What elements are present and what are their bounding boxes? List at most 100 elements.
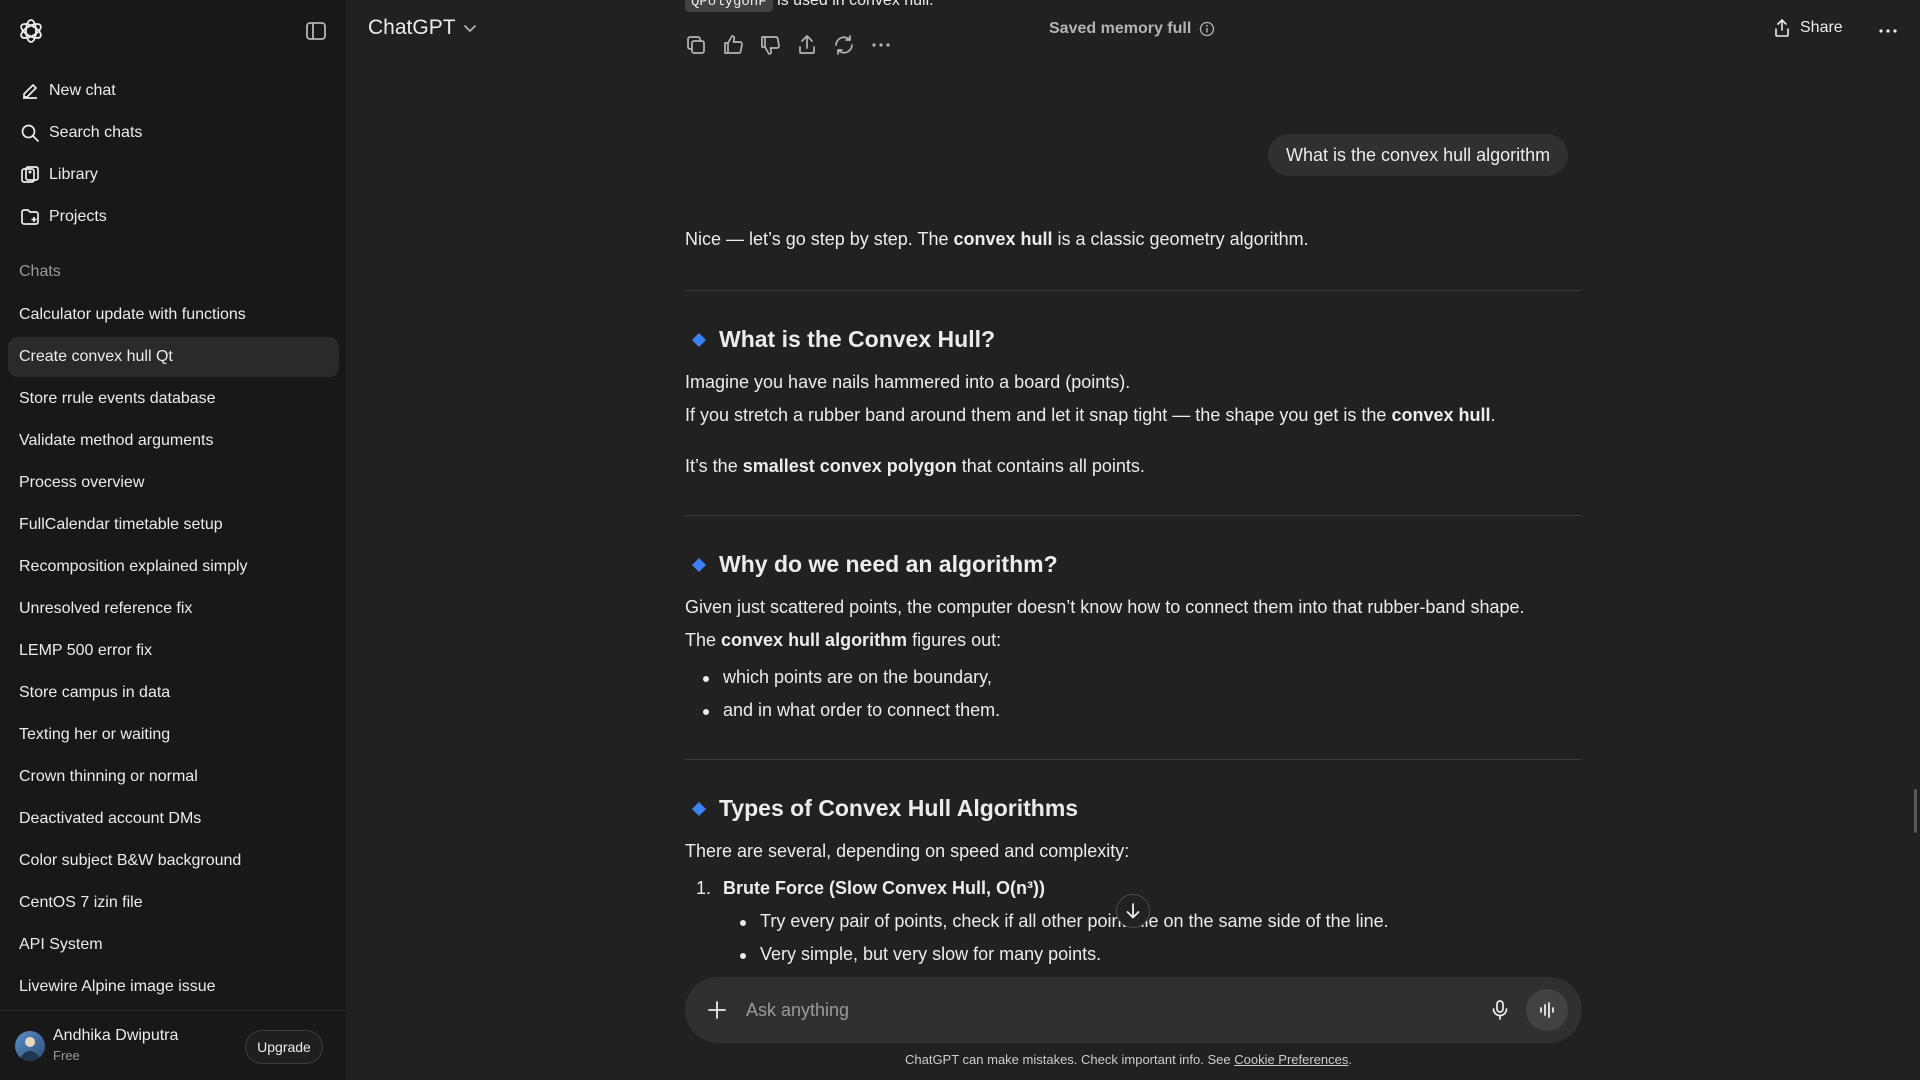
chat-item[interactable]: FullCalendar timetable setup bbox=[8, 505, 339, 545]
chat-item[interactable]: CentOS 7 izin file bbox=[8, 883, 339, 923]
copy-icon[interactable] bbox=[684, 33, 708, 57]
projects-button[interactable]: Projects bbox=[8, 198, 338, 236]
chat-item[interactable]: LEMP 500 error fix bbox=[8, 631, 339, 671]
user-name: Andhika Dwiputra bbox=[53, 1027, 179, 1044]
chat-item[interactable]: Crown thinning or normal bbox=[8, 757, 339, 797]
plus-icon[interactable] bbox=[705, 998, 729, 1022]
chat-item[interactable]: API System bbox=[8, 925, 339, 965]
library-label: Library bbox=[49, 166, 98, 183]
inline-code: QPolygonF bbox=[685, 0, 773, 12]
list-item: and in what order to connect them. bbox=[702, 700, 1001, 720]
memory-status[interactable]: Saved memory full bbox=[1049, 20, 1215, 38]
divider bbox=[685, 759, 1582, 760]
scroll-to-bottom-button[interactable] bbox=[1116, 894, 1150, 928]
chat-item[interactable]: Texting her or waiting bbox=[8, 715, 339, 755]
chat-item[interactable]: Color subject B&W background bbox=[8, 841, 339, 881]
text: figures out: bbox=[907, 630, 1002, 650]
model-name: ChatGPT bbox=[368, 16, 456, 39]
scrollbar-thumb[interactable] bbox=[1914, 789, 1917, 833]
section-heading: What is the Convex Hull? bbox=[685, 326, 995, 353]
section-heading: Why do we need an algorithm? bbox=[685, 551, 1058, 578]
intro-text-end: is a classic geometry algorithm. bbox=[1052, 229, 1309, 249]
sidebar: New chat Search chats Library Projects C… bbox=[0, 0, 346, 1080]
new-chat-label: New chat bbox=[49, 82, 116, 99]
share-button[interactable]: Share bbox=[1772, 18, 1843, 38]
chat-item[interactable]: Store rrule events database bbox=[8, 379, 339, 419]
library-icon bbox=[21, 166, 39, 183]
disclaimer: ChatGPT can make mistakes. Check importa… bbox=[0, 1052, 1920, 1067]
more-options-icon[interactable] bbox=[869, 33, 893, 57]
search-chats-button[interactable]: Search chats bbox=[8, 114, 338, 152]
section-heading: Types of Convex Hull Algorithms bbox=[685, 795, 1078, 822]
voice-mode-button[interactable] bbox=[1526, 989, 1568, 1031]
account-area[interactable]: Andhika Dwiputra Free Upgrade bbox=[0, 1010, 346, 1080]
share-label: Share bbox=[1800, 19, 1843, 36]
chat-item[interactable]: Calculator update with functions bbox=[8, 295, 339, 335]
bold-text: smallest convex polygon bbox=[742, 456, 957, 476]
edit-icon bbox=[23, 84, 37, 99]
heading-text: What is the Convex Hull? bbox=[719, 326, 996, 352]
sidebar-toggle-icon[interactable] bbox=[304, 19, 328, 43]
message-actions bbox=[684, 33, 906, 57]
diamond-icon bbox=[692, 557, 706, 572]
thumbs-up-icon[interactable] bbox=[721, 33, 745, 57]
heading-text: Types of Convex Hull Algorithms bbox=[719, 795, 1079, 821]
message-input[interactable] bbox=[746, 995, 1446, 1025]
previous-message-fragment: QPolygonF is used in convex hull. bbox=[685, 0, 934, 12]
chats-section-label: Chats bbox=[19, 263, 61, 280]
voice-waveform-icon bbox=[1540, 1002, 1554, 1018]
new-chat-button[interactable]: New chat bbox=[8, 72, 338, 110]
disclaimer-end: . bbox=[1348, 1052, 1353, 1067]
user-message-bubble: What is the convex hull algorithm bbox=[1268, 134, 1569, 176]
chevron-down-icon bbox=[463, 25, 476, 32]
chat-item[interactable]: Process overview bbox=[8, 463, 339, 503]
info-icon bbox=[1200, 21, 1215, 37]
chat-item[interactable]: Deactivated account DMs bbox=[8, 799, 339, 839]
regenerate-icon[interactable] bbox=[832, 33, 856, 57]
chat-item[interactable]: Validate method arguments bbox=[8, 421, 339, 461]
more-options-icon[interactable] bbox=[1876, 19, 1900, 43]
arrow-down-icon bbox=[1126, 903, 1140, 919]
chat-item-active[interactable]: Create convex hull Qt bbox=[8, 337, 339, 377]
intro-paragraph: Nice — let’s go step by step. The convex… bbox=[685, 229, 1309, 250]
divider bbox=[685, 290, 1582, 291]
openai-logo-icon[interactable] bbox=[17, 17, 45, 45]
cookie-preferences-link[interactable]: Cookie Preferences bbox=[1234, 1052, 1348, 1067]
share-icon bbox=[1775, 19, 1789, 37]
list-item-title: Brute Force (Slow Convex Hull, O(n³)) bbox=[723, 878, 1046, 898]
library-button[interactable]: Library bbox=[8, 156, 338, 194]
projects-label: Projects bbox=[49, 208, 107, 225]
chat-item[interactable]: Recomposition explained simply bbox=[8, 547, 339, 587]
sidebar-header bbox=[0, 0, 346, 62]
diamond-icon bbox=[692, 332, 706, 347]
chat-item[interactable]: Livewire Alpine image issue bbox=[8, 967, 339, 1007]
chat-item[interactable]: Store campus in data bbox=[8, 673, 339, 713]
folder-icon bbox=[21, 209, 39, 225]
fragment-text: is used in convex hull. bbox=[777, 0, 934, 9]
paragraph: If you stretch a rubber band around them… bbox=[685, 405, 1496, 426]
chat-item[interactable]: Unresolved reference fix bbox=[8, 589, 339, 629]
intro-bold: convex hull bbox=[953, 229, 1053, 249]
share-message-icon[interactable] bbox=[795, 33, 819, 57]
text: . bbox=[1490, 405, 1496, 425]
list-item: Very simple, but very slow for many poin… bbox=[739, 944, 1102, 964]
text: It’s the bbox=[685, 456, 743, 476]
microphone-icon[interactable] bbox=[1488, 998, 1512, 1022]
disclaimer-text: ChatGPT can make mistakes. Check importa… bbox=[904, 1052, 1235, 1067]
thumbs-down-icon[interactable] bbox=[758, 33, 782, 57]
diamond-icon bbox=[692, 801, 706, 816]
paragraph: There are several, depending on speed an… bbox=[685, 841, 1130, 861]
list-number: 1. bbox=[696, 878, 712, 898]
search-icon bbox=[21, 124, 39, 142]
text: that contains all points. bbox=[956, 456, 1145, 476]
divider bbox=[685, 515, 1582, 516]
intro-text: Nice — let’s go step by step. The bbox=[685, 229, 954, 249]
search-chats-label: Search chats bbox=[49, 124, 143, 141]
composer bbox=[685, 977, 1582, 1043]
model-selector[interactable]: ChatGPT bbox=[368, 16, 478, 40]
heading-text: Why do we need an algorithm? bbox=[719, 551, 1058, 577]
text: The bbox=[685, 630, 722, 650]
paragraph: The convex hull algorithm figures out: bbox=[685, 630, 1001, 651]
paragraph: It’s the smallest convex polygon that co… bbox=[685, 456, 1145, 477]
list-item: which points are on the boundary, bbox=[703, 667, 992, 687]
